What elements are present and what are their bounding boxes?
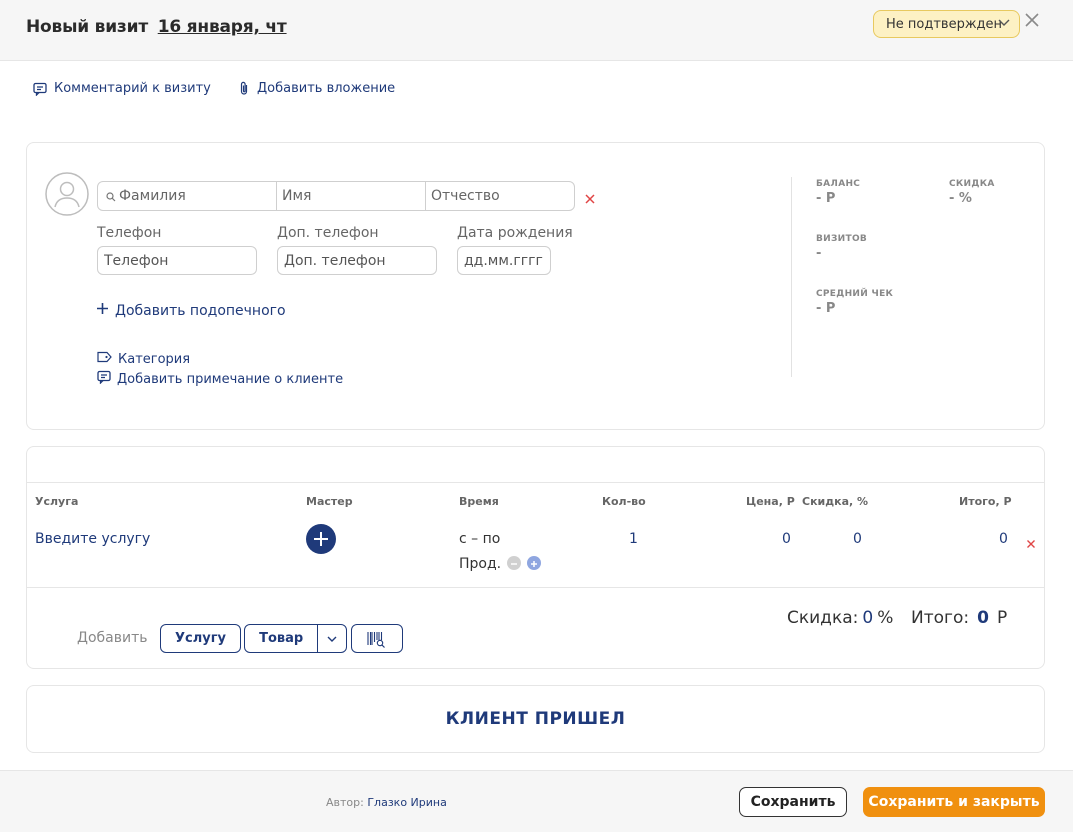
col-service: Услуга xyxy=(35,495,79,508)
barcode-scan-button[interactable] xyxy=(351,624,403,653)
discount-value[interactable]: 0 xyxy=(853,531,862,547)
name-segment xyxy=(277,182,426,210)
phone-input[interactable] xyxy=(97,246,257,275)
extra-phone-input[interactable] xyxy=(277,246,437,275)
page-title: Новый визит 16 января, чт xyxy=(26,17,287,37)
col-total: Итого, Р xyxy=(959,495,1012,508)
col-qty: Кол-во xyxy=(602,495,646,508)
add-client-note-label: Добавить примечание о клиенте xyxy=(117,371,344,387)
service-input-link[interactable]: Введите услугу xyxy=(35,531,150,547)
add-product-button-group: Товар xyxy=(244,624,347,653)
summary-total: Итого: 0 Р xyxy=(911,608,1007,628)
col-price: Цена, Р xyxy=(746,495,795,508)
birthdate-label: Дата рождения xyxy=(457,225,573,241)
client-arrived-button[interactable]: КЛИЕНТ ПРИШЕЛ xyxy=(26,685,1045,753)
add-label: Добавить xyxy=(77,630,148,646)
summary-total-label: Итого: xyxy=(911,608,970,628)
chevron-down-icon[interactable] xyxy=(318,633,346,645)
table-bottom-divider xyxy=(27,587,1044,588)
comment-icon xyxy=(33,82,47,96)
tag-icon xyxy=(97,351,112,367)
add-product-button[interactable]: Товар xyxy=(245,631,317,646)
status-label: Не подтвержден xyxy=(886,17,1003,32)
add-master-button[interactable] xyxy=(306,524,336,554)
surname-input[interactable] xyxy=(119,182,269,210)
author-info: Автор: Глазко Ирина xyxy=(326,796,447,809)
visit-comment-label: Комментарий к визиту xyxy=(54,81,211,96)
summary-total-value: 0 xyxy=(977,608,989,628)
client-name-group xyxy=(97,181,575,211)
summary-discount-unit: % xyxy=(877,608,894,628)
birthdate-input[interactable] xyxy=(457,246,551,275)
discount-value: - % xyxy=(949,191,972,206)
remove-row-icon[interactable] xyxy=(1026,534,1036,548)
decrease-duration-button[interactable] xyxy=(507,556,521,570)
summary-total-unit: Р xyxy=(996,608,1008,628)
close-icon[interactable] xyxy=(1024,12,1040,28)
save-button[interactable]: Сохранить xyxy=(739,787,847,817)
author-label: Автор: xyxy=(326,796,364,809)
extra-phone-label: Доп. телефон xyxy=(277,225,379,241)
chevron-down-icon xyxy=(997,15,1011,29)
plus-icon xyxy=(314,532,328,546)
summary-discount-value: 0 xyxy=(862,608,874,628)
col-master: Мастер xyxy=(306,495,353,508)
increase-duration-button[interactable] xyxy=(527,556,541,570)
name-input[interactable] xyxy=(282,182,422,210)
summary-discount-label: Скидка: xyxy=(787,608,859,628)
discount-label: СКИДКА xyxy=(949,179,995,189)
phone-label: Телефон xyxy=(97,225,162,241)
add-attachment-label: Добавить вложение xyxy=(257,81,396,96)
avg-check-value: - Р xyxy=(816,301,836,316)
barcode-icon xyxy=(367,631,385,648)
avatar-icon xyxy=(45,172,89,216)
visits-value: - xyxy=(816,246,822,261)
modal-header: Новый визит 16 января, чт Не подтвержден xyxy=(0,0,1073,61)
visit-date-link[interactable]: 16 января, чт xyxy=(158,17,287,37)
status-dropdown[interactable]: Не подтвержден xyxy=(873,10,1020,38)
search-icon xyxy=(106,187,116,206)
category-label: Категория xyxy=(118,351,191,367)
balance-value: - Р xyxy=(816,191,836,206)
add-ward-link[interactable]: Добавить подопечного xyxy=(96,302,286,319)
surname-segment xyxy=(98,182,277,210)
visits-label: ВИЗИТОВ xyxy=(816,234,868,244)
stats-divider xyxy=(791,177,792,377)
minus-icon xyxy=(511,563,517,565)
comment-icon xyxy=(97,370,111,388)
patronymic-segment xyxy=(426,182,574,210)
table-top-divider xyxy=(27,482,1044,483)
qty-value[interactable]: 1 xyxy=(629,531,638,547)
modal-footer: Автор: Глазко Ирина Сохранить Сохранить … xyxy=(0,770,1073,832)
plus-icon xyxy=(96,302,109,319)
add-attachment-link[interactable]: Добавить вложение xyxy=(238,81,395,96)
add-service-button[interactable]: Услугу xyxy=(160,624,241,653)
col-time: Время xyxy=(459,495,499,508)
add-client-note-link[interactable]: Добавить примечание о клиенте xyxy=(97,370,343,388)
prod-label: Прод. xyxy=(459,556,502,572)
time-range[interactable]: с – по xyxy=(459,531,500,547)
author-name: Глазко Ирина xyxy=(367,796,447,809)
col-discount: Скидка, % xyxy=(802,495,869,508)
price-value[interactable]: 0 xyxy=(782,531,791,547)
category-link[interactable]: Категория xyxy=(97,351,190,367)
total-value: 0 xyxy=(999,531,1008,547)
patronymic-input[interactable] xyxy=(431,182,569,210)
balance-label: БАЛАНС xyxy=(816,179,861,189)
add-ward-label: Добавить подопечного xyxy=(115,302,286,319)
summary-discount: Скидка: 0 % xyxy=(787,608,893,628)
client-arrived-label: КЛИЕНТ ПРИШЕЛ xyxy=(445,709,626,729)
title-text: Новый визит xyxy=(26,17,148,37)
paperclip-icon xyxy=(238,81,250,96)
save-and-close-button[interactable]: Сохранить и закрыть xyxy=(863,787,1045,817)
visit-comment-link[interactable]: Комментарий к визиту xyxy=(33,81,211,96)
avg-check-label: СРЕДНИЙ ЧЕК xyxy=(816,289,894,299)
plus-icon xyxy=(531,561,537,567)
clear-client-icon[interactable] xyxy=(584,190,596,204)
